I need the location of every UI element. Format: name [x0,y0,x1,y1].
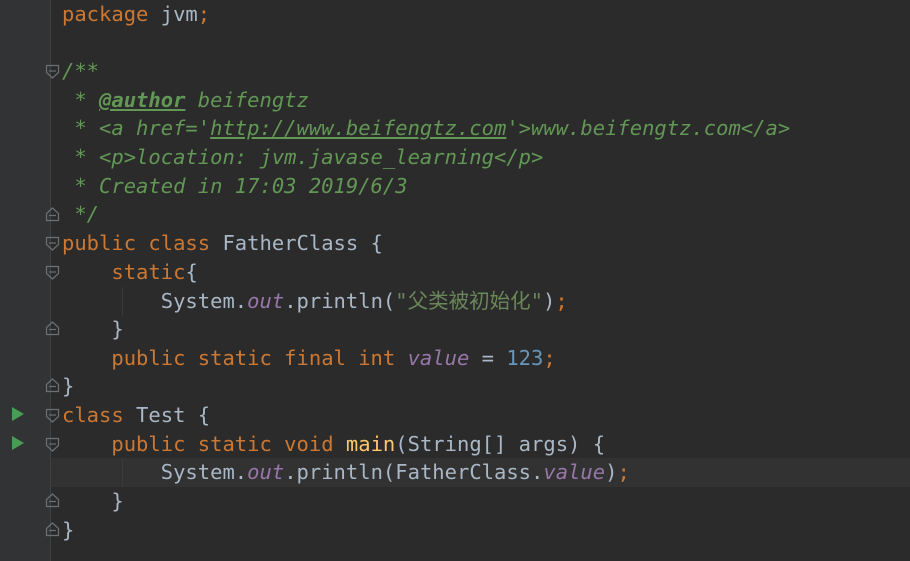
fold-close-icon[interactable] [44,377,61,394]
field: out [247,289,285,313]
doc-comment: * Created in 17:03 2019/6/3 [62,174,408,198]
parameters: (String[] args) { [395,432,606,456]
brace: { [185,260,198,284]
fold-open-icon[interactable] [44,63,61,80]
code-line-author[interactable]: * @author beifengtz [62,86,309,115]
code-line-print-value[interactable]: System.out.println(FatherClass.value); [62,458,630,487]
doc-comment: /** [62,59,100,83]
keyword: package [62,2,149,26]
fold-open-icon[interactable] [44,436,61,453]
fold-open-icon[interactable] [44,235,61,252]
method-name: main [345,432,396,456]
run-arrow-icon[interactable] [10,405,26,423]
string-literal: "父类被初始化" [395,289,543,313]
brace: } [62,317,124,341]
code-line-field-declaration[interactable]: public static final int value = 123; [62,344,556,373]
brace: } [62,489,124,513]
doc-link[interactable]: http://www.beifengtz.com [210,116,506,140]
field: value [543,460,606,484]
fold-close-icon[interactable] [44,320,61,337]
package-name: jvm [148,2,198,26]
method-call: .println( [284,289,396,313]
field: value [407,346,470,370]
keyword: public class [62,231,211,255]
editor-gutter [0,0,50,561]
fold-close-icon[interactable] [44,521,61,538]
doc-comment: * [62,88,100,112]
field: out [247,460,285,484]
doc-comment: */ [62,202,100,226]
code-line-comment-close[interactable]: */ [62,200,99,229]
code-line-class-test[interactable]: class Test { [62,401,210,430]
doc-comment: * <a href=' [62,116,211,140]
doc-tag: @author [99,88,186,112]
fold-open-icon[interactable] [44,264,61,281]
operator: = [469,346,507,370]
keyword: static [111,260,186,284]
semicolon: ; [555,289,568,313]
fold-close-icon[interactable] [44,206,61,223]
code-line-print-init[interactable]: System.out.println("父类被初始化"); [62,287,568,316]
brace: } [62,374,75,398]
code-line-package[interactable]: package jvm; [62,0,210,29]
code-editor[interactable]: package jvm; /** * @author beifengtz * <… [0,0,910,561]
code-line-close-brace[interactable]: } [62,516,74,545]
paren: ) [605,460,618,484]
doc-comment: * <p>location: jvm.javase_learning</p> [62,145,544,169]
doc-comment: beifengtz [185,88,309,112]
class-name: FatherClass { [210,231,383,255]
run-arrow-icon[interactable] [10,434,26,452]
keyword: public static void [111,432,334,456]
code-line-close-brace[interactable]: } [62,487,124,516]
method-call: .println(FatherClass. [284,460,544,484]
fold-open-icon[interactable] [44,407,61,424]
keyword: class [62,403,124,427]
identifier: System. [160,289,248,313]
identifier: System. [160,460,248,484]
code-line-href[interactable]: * <a href='http://www.beifengtz.com'>www… [62,114,790,143]
code-line-close-brace[interactable]: } [62,315,124,344]
semicolon: ; [617,460,630,484]
semicolon: ; [197,2,211,26]
code-line-location[interactable]: * <p>location: jvm.javase_learning</p> [62,143,543,172]
code-line-created[interactable]: * Created in 17:03 2019/6/3 [62,172,408,201]
keyword: public static final int [111,346,396,370]
code-line-close-brace[interactable]: } [62,372,74,401]
number-literal: 123 [506,346,544,370]
code-line-class-declaration[interactable]: public class FatherClass { [62,229,383,258]
fold-close-icon[interactable] [44,492,61,509]
brace: } [62,518,75,542]
doc-comment: '>www.beifengtz.com</a> [506,116,791,140]
paren: ) [542,289,556,313]
code-line-main-method[interactable]: public static void main(String[] args) { [62,430,605,459]
semicolon: ; [543,346,556,370]
class-name: Test { [123,403,211,427]
code-line-static-block[interactable]: static{ [62,258,198,287]
code-line-comment-open[interactable]: /** [62,57,99,86]
